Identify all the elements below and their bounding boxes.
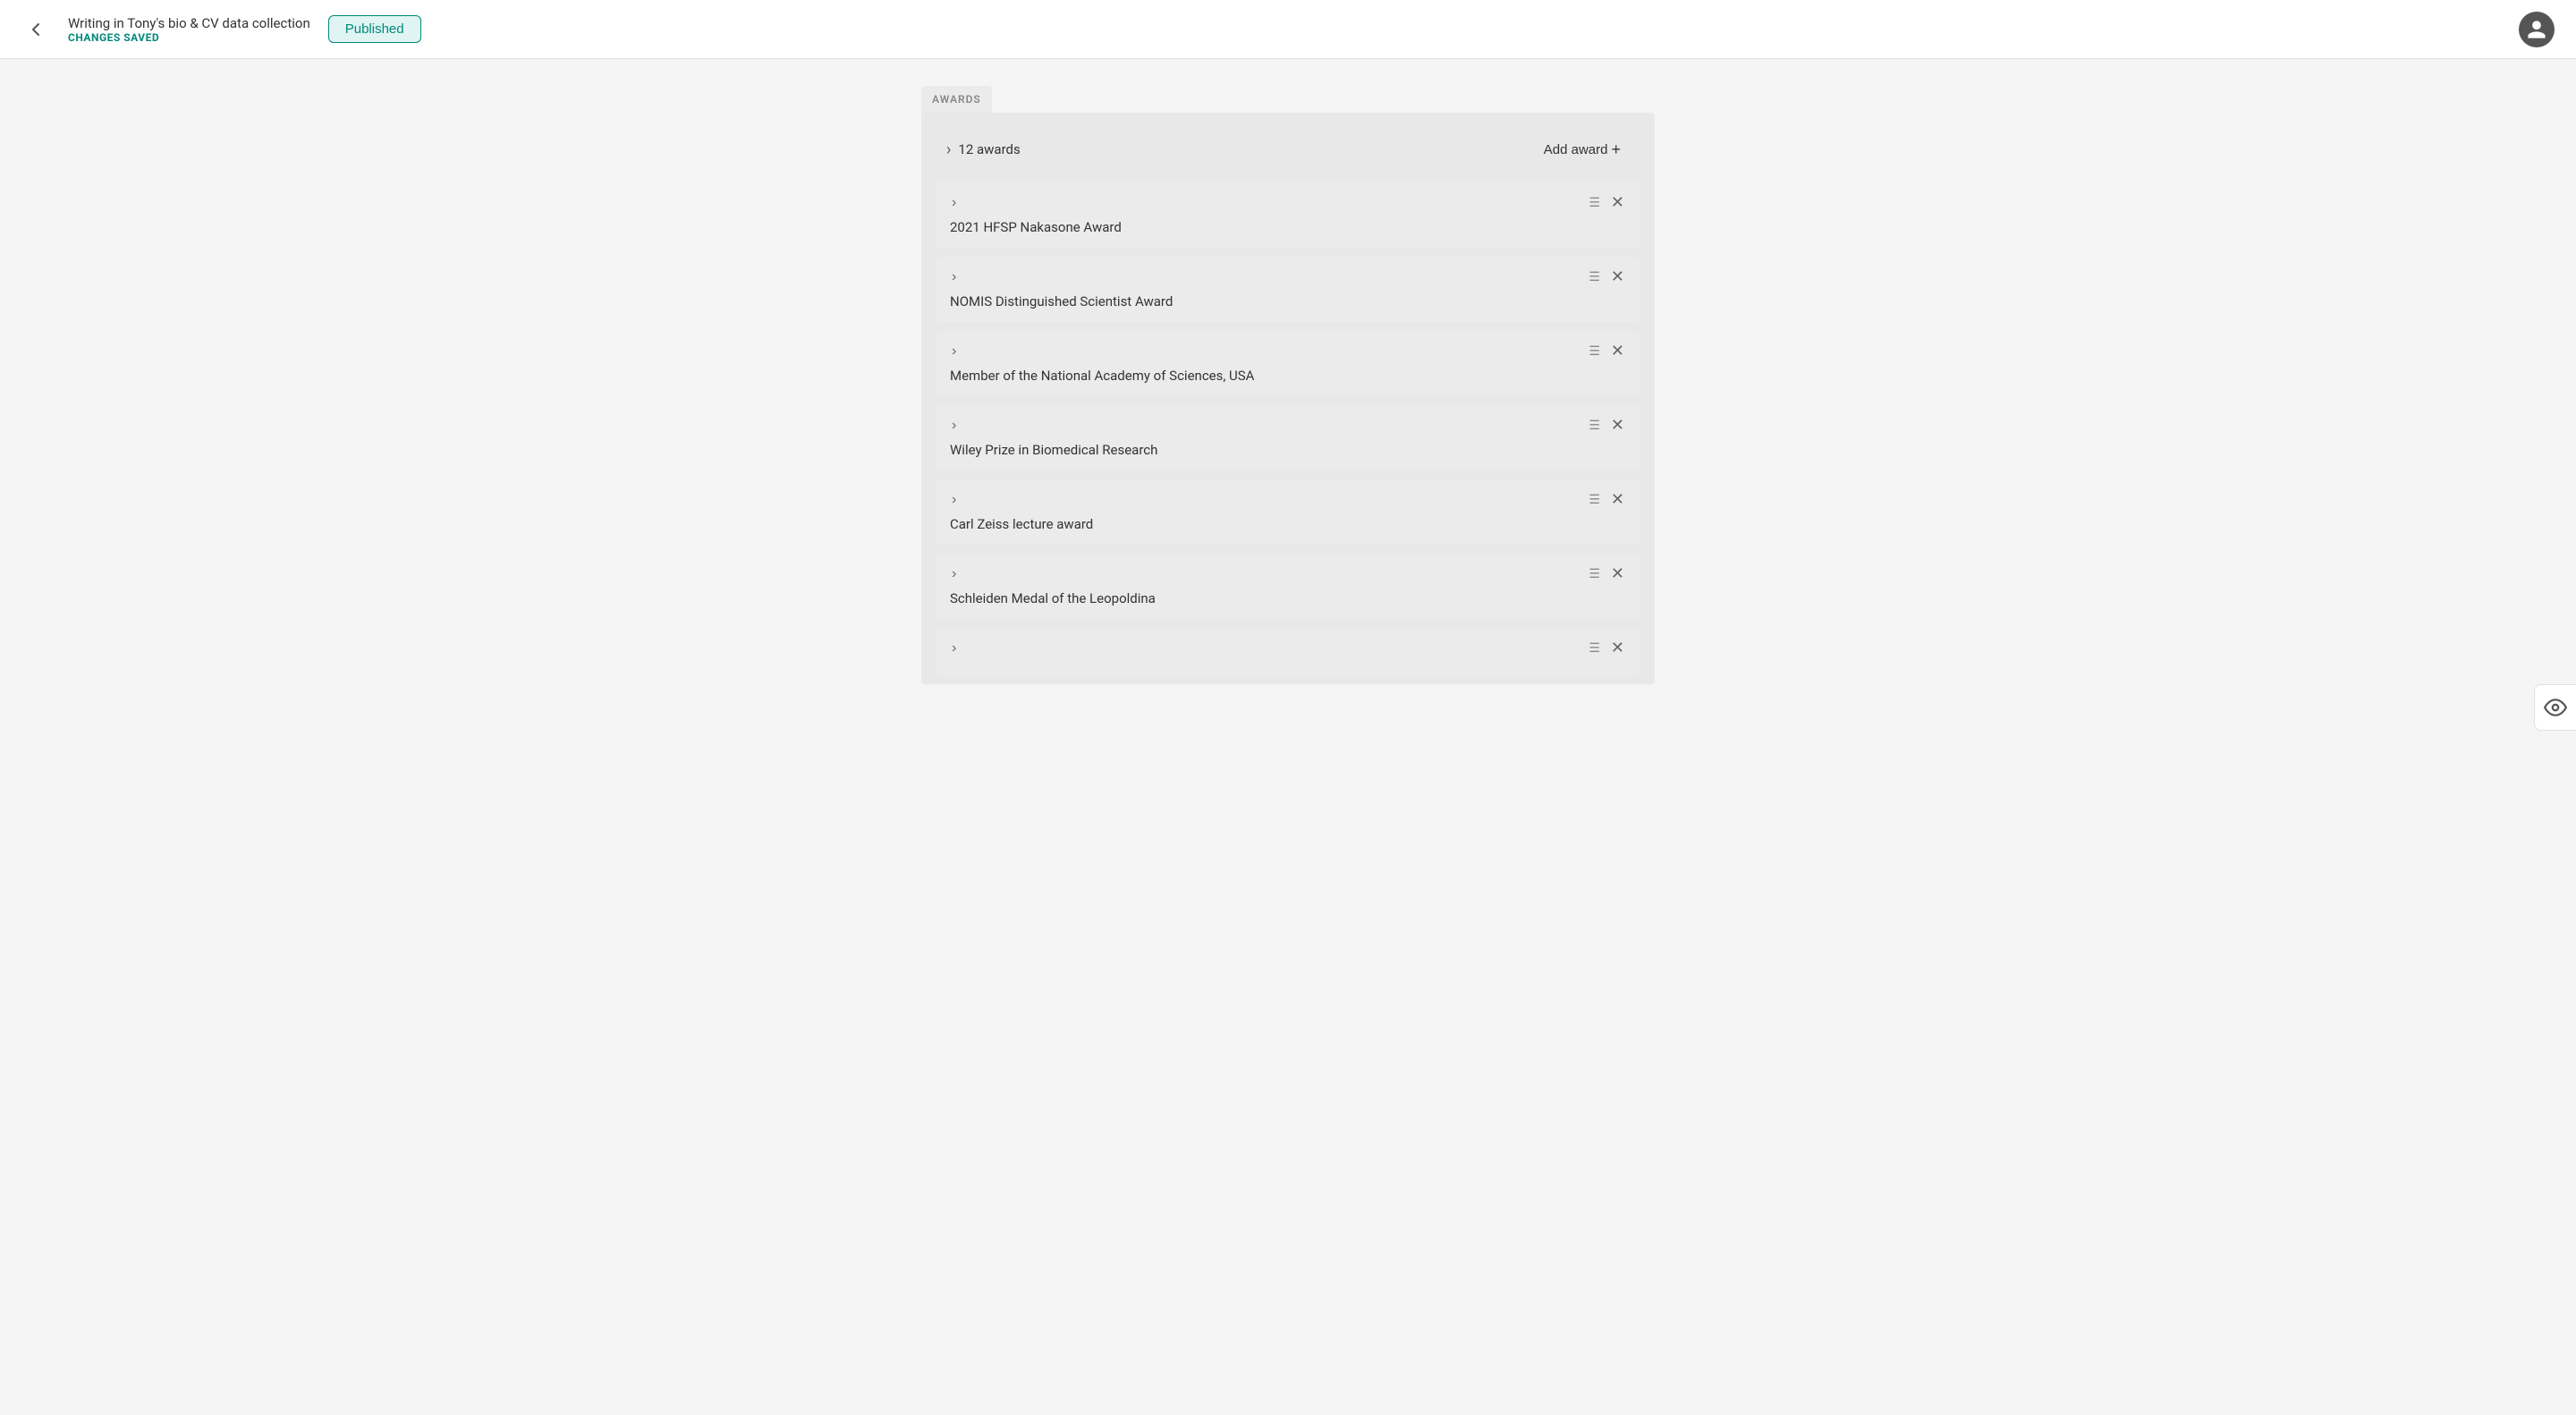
award-expand-button[interactable]: ›: [948, 342, 960, 361]
drag-handle-icon[interactable]: ☰: [1589, 270, 1600, 284]
award-name: 2021 HFSP Nakasone Award: [948, 219, 1628, 235]
award-expand-button[interactable]: ›: [948, 639, 960, 658]
award-item-top: › ☰ ✕: [948, 563, 1628, 585]
award-expand-button[interactable]: ›: [948, 490, 960, 510]
header-left: Writing in Tony's bio & CV data collecti…: [21, 15, 2519, 44]
award-item-controls-right: ☰ ✕: [1589, 637, 1628, 659]
header: Writing in Tony's bio & CV data collecti…: [0, 0, 2576, 59]
award-delete-button[interactable]: ✕: [1607, 340, 1628, 362]
award-item-controls-left: ›: [948, 490, 960, 510]
award-item-controls-left: ›: [948, 193, 960, 213]
award-name: Schleiden Medal of the Leopoldina: [948, 590, 1628, 606]
award-item-controls-right: ☰ ✕: [1589, 563, 1628, 585]
awards-section-container: › 12 awards Add award + ›: [921, 113, 1655, 684]
award-expand-button[interactable]: ›: [948, 267, 960, 287]
award-expand-button[interactable]: ›: [948, 193, 960, 213]
award-item: › ☰ ✕ Wiley Prize in Biomedical Research: [936, 405, 1640, 470]
avatar: [2519, 12, 2555, 47]
award-delete-button[interactable]: ✕: [1607, 266, 1628, 288]
award-delete-button[interactable]: ✕: [1607, 414, 1628, 436]
header-right: [2519, 12, 2555, 47]
award-item-controls-right: ☰ ✕: [1589, 340, 1628, 362]
drag-handle-icon[interactable]: ☰: [1589, 419, 1600, 433]
preview-button[interactable]: [2534, 684, 2576, 731]
award-item-controls-left: ›: [948, 639, 960, 658]
award-item-controls-right: ☰ ✕: [1589, 266, 1628, 288]
award-item-top: › ☰ ✕: [948, 191, 1628, 214]
award-name: Wiley Prize in Biomedical Research: [948, 442, 1628, 458]
award-item-controls-left: ›: [948, 342, 960, 361]
drag-handle-icon[interactable]: ☰: [1589, 641, 1600, 656]
drag-handle-icon[interactable]: ☰: [1589, 493, 1600, 507]
back-button[interactable]: [21, 15, 50, 44]
drag-handle-icon[interactable]: ☰: [1589, 344, 1600, 359]
award-item-top: › ☰ ✕: [948, 637, 1628, 659]
award-delete-button[interactable]: ✕: [1607, 488, 1628, 511]
drag-handle-icon[interactable]: ☰: [1589, 196, 1600, 210]
eye-icon: [2544, 696, 2567, 719]
content-area: AWARDS › 12 awards Add award +: [921, 86, 1655, 684]
plus-icon: +: [1611, 141, 1621, 157]
award-name: Carl Zeiss lecture award: [948, 516, 1628, 532]
award-delete-button[interactable]: ✕: [1607, 563, 1628, 585]
award-name: NOMIS Distinguished Scientist Award: [948, 293, 1628, 309]
award-item-top: › ☰ ✕: [948, 414, 1628, 436]
page-title: Writing in Tony's bio & CV data collecti…: [68, 15, 310, 31]
award-item: › ☰ ✕ NOMIS Distinguished Scientist Awar…: [936, 257, 1640, 322]
award-item: › ☰ ✕ Schleiden Medal of the Leopoldina: [936, 554, 1640, 619]
published-button[interactable]: Published: [328, 15, 421, 43]
award-item-top: › ☰ ✕: [948, 340, 1628, 362]
main-content: AWARDS › 12 awards Add award +: [0, 0, 2576, 720]
award-item: › ☰ ✕ Carl Zeiss lecture award: [936, 479, 1640, 545]
award-item: › ☰ ✕ Member of the National Academy of …: [936, 331, 1640, 396]
award-item-controls-left: ›: [948, 267, 960, 287]
changes-saved-label: CHANGES SAVED: [68, 31, 310, 44]
award-item-controls-right: ☰ ✕: [1589, 191, 1628, 214]
awards-list: › ☰ ✕ 2021 HFSP Nakasone Award ›: [936, 182, 1640, 677]
awards-summary-row: › 12 awards Add award +: [936, 127, 1640, 172]
award-item: › ☰ ✕: [936, 628, 1640, 677]
section-label: AWARDS: [921, 86, 992, 113]
award-item-controls-left: ›: [948, 564, 960, 584]
award-item-controls-left: ›: [948, 416, 960, 436]
award-expand-button[interactable]: ›: [948, 416, 960, 436]
awards-expand-icon[interactable]: ›: [946, 140, 951, 159]
award-delete-button[interactable]: ✕: [1607, 637, 1628, 659]
award-item: › ☰ ✕ 2021 HFSP Nakasone Award: [936, 182, 1640, 248]
award-item-top: › ☰ ✕: [948, 266, 1628, 288]
header-title-block: Writing in Tony's bio & CV data collecti…: [68, 15, 310, 44]
award-expand-button[interactable]: ›: [948, 564, 960, 584]
add-award-label: Add award: [1544, 142, 1608, 157]
award-item-top: › ☰ ✕: [948, 488, 1628, 511]
award-item-controls-right: ☰ ✕: [1589, 414, 1628, 436]
add-award-button[interactable]: Add award +: [1535, 136, 1630, 163]
drag-handle-icon[interactable]: ☰: [1589, 567, 1600, 581]
awards-count-text: 12 awards: [958, 141, 1020, 157]
award-name: Member of the National Academy of Scienc…: [948, 368, 1628, 384]
award-item-controls-right: ☰ ✕: [1589, 488, 1628, 511]
awards-count-block: › 12 awards: [946, 140, 1021, 159]
award-delete-button[interactable]: ✕: [1607, 191, 1628, 214]
user-avatar-button[interactable]: [2519, 12, 2555, 47]
